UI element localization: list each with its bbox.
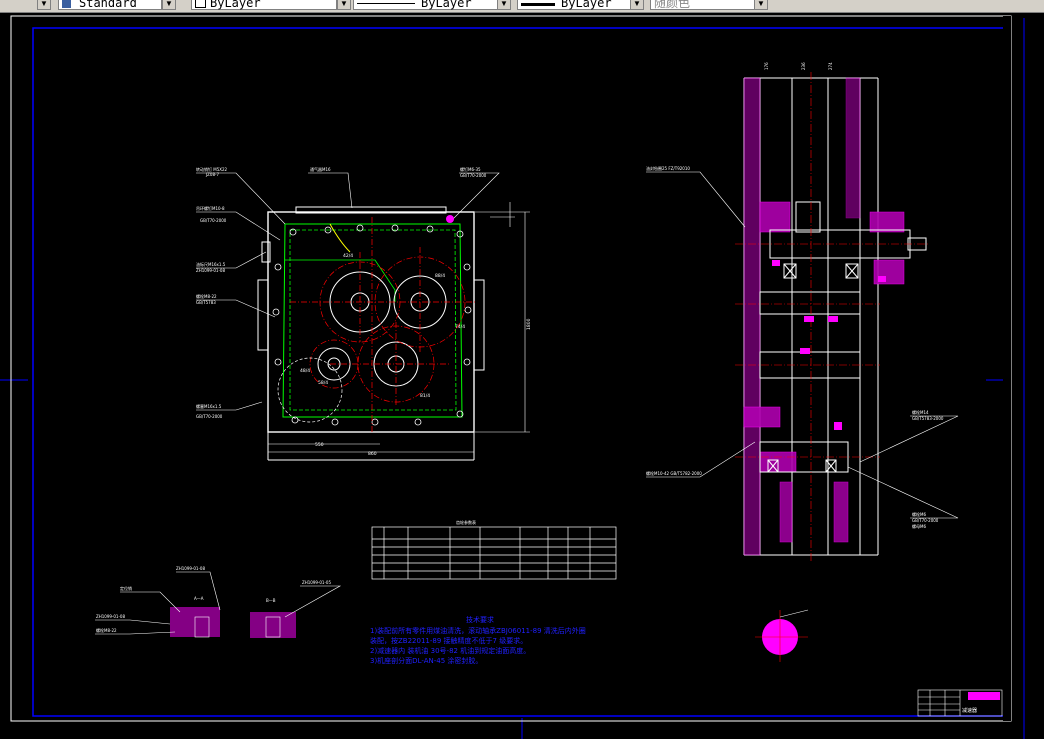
color-swatch-icon bbox=[195, 0, 206, 8]
note-line: 1)装配前所有零件用煤油清洗，滚动轴承ZBJ06011-89 清洗后内外圈 bbox=[370, 626, 586, 635]
svg-text:GB/T70-2000: GB/T70-2000 bbox=[200, 218, 227, 223]
note-line: 装配，按ZB22011-89 接触精度不低于7 级要求。 bbox=[370, 636, 527, 645]
linetype-select[interactable]: ByLayer bbox=[353, 0, 510, 10]
svg-text:通气器M16: 通气器M16 bbox=[310, 166, 331, 172]
svg-text:ZH1099-01-05: ZH1099-01-05 bbox=[302, 580, 331, 585]
table-title: 齿轮参数表 bbox=[456, 519, 476, 525]
lineweight-dropdown-arrow[interactable]: ▼ bbox=[630, 0, 644, 10]
textstyle-select[interactable]: Standard bbox=[58, 0, 162, 10]
dim-label: 1800 bbox=[526, 318, 532, 330]
svg-text:236: 236 bbox=[801, 62, 806, 70]
svg-text:螺钉M6-35: 螺钉M6-35 bbox=[460, 166, 481, 172]
svg-text:定位销: 定位销 bbox=[120, 585, 132, 591]
shaft-label: 42/4 bbox=[343, 253, 353, 259]
linetype-swatch-icon bbox=[357, 3, 415, 4]
svg-text:油封毡圈25 FZ/T92010: 油封毡圈25 FZ/T92010 bbox=[646, 165, 690, 171]
svg-text:ZH1099-01-08: ZH1099-01-08 bbox=[176, 566, 205, 571]
svg-text:GB/T5783: GB/T5783 bbox=[196, 300, 216, 305]
svg-text:GB/T70-2000: GB/T70-2000 bbox=[912, 518, 939, 523]
svg-text:螺栓M14: 螺栓M14 bbox=[912, 409, 929, 415]
linetype-value: ByLayer bbox=[421, 0, 472, 10]
technical-notes: 技术要求 1)装配前所有零件用煤油清洗，滚动轴承ZBJ06011-89 清洗后内… bbox=[370, 615, 586, 665]
title-block-name: 减速器 bbox=[962, 707, 977, 714]
note-line: 3)机座剖分面DL-AN-45 涂密封胶。 bbox=[370, 656, 482, 665]
shaft-label: 58/4 bbox=[318, 380, 328, 386]
title-block bbox=[917, 689, 1003, 717]
sheet-border bbox=[10, 15, 1012, 722]
shaft-label: 74/4 bbox=[455, 324, 465, 330]
svg-text:ZH1099-01-08: ZH1099-01-08 bbox=[196, 268, 225, 273]
svg-text:JZ08-7: JZ08-7 bbox=[205, 172, 219, 177]
prev-dropdown-arrow[interactable]: ▼ bbox=[37, 0, 51, 10]
svg-text:吊环螺钉M10-8: 吊环螺钉M10-8 bbox=[196, 205, 225, 211]
drawing-canvas[interactable]: 转动销钉 M5X22 JZ08-7 吊环螺钉M10-8 GB/T70-2000 … bbox=[0, 12, 1044, 739]
plotstyle-value: 随颜色 bbox=[654, 0, 691, 10]
shaft-label: 81/4 bbox=[420, 393, 430, 399]
plotstyle-dropdown-arrow: ▼ bbox=[754, 0, 768, 10]
color-dropdown-arrow[interactable]: ▼ bbox=[337, 0, 351, 10]
textstyle-icon bbox=[62, 0, 71, 8]
dim-label: 550 bbox=[315, 442, 324, 448]
dim-label: 860 bbox=[368, 451, 377, 457]
svg-text:螺塞M16x1.5: 螺塞M16x1.5 bbox=[196, 403, 222, 409]
svg-text:螺母M6: 螺母M6 bbox=[912, 523, 926, 529]
svg-text:274: 274 bbox=[828, 62, 833, 70]
svg-text:B—B: B—B bbox=[266, 598, 276, 603]
svg-text:176: 176 bbox=[764, 62, 769, 70]
svg-text:GB/T70-2000: GB/T70-2000 bbox=[196, 414, 223, 419]
front-view: 转动销钉 M5X22 JZ08-7 吊环螺钉M10-8 GB/T70-2000 … bbox=[196, 166, 532, 461]
shaft-label: 88/4 bbox=[435, 273, 445, 279]
svg-text:A—A: A—A bbox=[194, 596, 204, 601]
lineweight-value: ByLayer bbox=[561, 0, 612, 10]
lineweight-swatch-icon bbox=[521, 3, 555, 6]
svg-text:GB/T5783-2000: GB/T5783-2000 bbox=[912, 416, 944, 421]
svg-text:螺栓M10-42 GB/T5782-2000: 螺栓M10-42 GB/T5782-2000 bbox=[646, 470, 702, 476]
textstyle-dropdown-arrow[interactable]: ▼ bbox=[162, 0, 176, 10]
svg-text:螺栓M8-22: 螺栓M8-22 bbox=[196, 293, 217, 299]
side-section-view: 油封毡圈25 FZ/T92010 螺栓M10-42 GB/T5782-2000 … bbox=[646, 62, 959, 562]
color-value: ByLayer bbox=[210, 0, 261, 10]
linetype-dropdown-arrow[interactable]: ▼ bbox=[497, 0, 511, 10]
svg-text:螺栓M6: 螺栓M6 bbox=[912, 511, 926, 517]
note-line: 2)减速器内 装机油 30号-82 机油到规定油面高度。 bbox=[370, 646, 530, 655]
textstyle-value: Standard bbox=[79, 0, 137, 10]
svg-text:螺栓M8-22: 螺栓M8-22 bbox=[96, 627, 117, 633]
svg-text:GB/T70-2000: GB/T70-2000 bbox=[460, 173, 487, 178]
notes-title: 技术要求 bbox=[466, 615, 494, 624]
svg-text:油标尺M16x1.5: 油标尺M16x1.5 bbox=[196, 261, 226, 267]
svg-text:ZH1099-01-08: ZH1099-01-08 bbox=[96, 614, 125, 619]
housing-outline bbox=[267, 211, 475, 433]
color-select[interactable]: ByLayer bbox=[191, 0, 337, 10]
lineweight-select[interactable]: ByLayer bbox=[517, 0, 644, 10]
plotstyle-select[interactable]: 随颜色 bbox=[650, 0, 768, 10]
shaft-label: 48/4 bbox=[300, 368, 310, 374]
parts-table bbox=[371, 526, 617, 580]
